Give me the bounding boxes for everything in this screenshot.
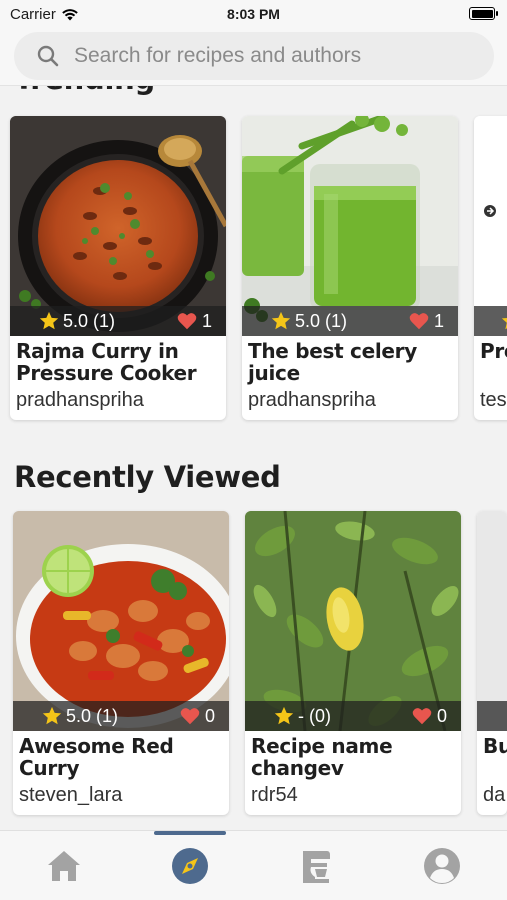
star-icon bbox=[501, 317, 507, 330]
recipe-title: Bu Sa bbox=[483, 735, 507, 757]
bottom-tab-bar bbox=[0, 830, 507, 900]
recently-viewed-carousel[interactable]: 5.0 (1) 0 Awesome Red Curry steven_lara bbox=[0, 511, 507, 815]
recipe-author: pradhanspriha bbox=[16, 389, 144, 411]
recipe-title: The best celery juice bbox=[248, 339, 417, 385]
recently-viewed-section-title: Recently Viewed bbox=[14, 460, 281, 494]
likes: 1 bbox=[176, 310, 212, 332]
rating: - (0) bbox=[273, 705, 331, 727]
compass-icon bbox=[172, 848, 208, 884]
recipe-title: Recipe name changev bbox=[251, 734, 393, 780]
likes: 0 bbox=[411, 705, 447, 727]
star-icon bbox=[39, 311, 59, 330]
search-icon bbox=[37, 45, 59, 67]
feed-scroll-area[interactable]: Trending bbox=[0, 86, 507, 830]
recipe-author: tes bbox=[480, 389, 507, 411]
heart-icon bbox=[412, 708, 432, 725]
recipe-title: Awesome Red Curry bbox=[19, 734, 174, 780]
rating: 5.0 (1) bbox=[38, 310, 115, 332]
rating-value: - (0) bbox=[298, 705, 331, 726]
recipe-meta-bar bbox=[474, 306, 507, 336]
star-icon bbox=[271, 311, 291, 330]
recipe-author: steven_lara bbox=[19, 784, 123, 806]
recipe-photo-chicken-curry bbox=[13, 511, 229, 731]
user-icon bbox=[424, 848, 460, 884]
rating: 5.0 (1) bbox=[41, 705, 118, 727]
likes-count: 0 bbox=[204, 705, 215, 726]
search-input[interactable] bbox=[74, 44, 474, 68]
trending-carousel[interactable]: 5.0 (1) 1 Rajma Curry in Pressure Cooker… bbox=[0, 116, 507, 420]
recipe-meta-bar bbox=[477, 701, 507, 731]
recipe-photo-lemon-tree bbox=[245, 511, 461, 731]
recipe-photo-curry-bowl bbox=[10, 116, 226, 336]
tab-home[interactable] bbox=[1, 831, 127, 900]
star-icon bbox=[42, 706, 62, 725]
likes-count: 1 bbox=[433, 310, 444, 331]
recipe-card[interactable]: Bu Sa da bbox=[477, 511, 507, 815]
recipe-meta-bar: 5.0 (1) 0 bbox=[13, 701, 229, 731]
recipe-title: Pro bbox=[480, 340, 507, 362]
home-icon bbox=[48, 851, 80, 881]
trending-section-title: Trending bbox=[14, 86, 155, 96]
status-bar: Carrier 8:03 PM bbox=[0, 0, 507, 28]
recipe-author: da bbox=[483, 784, 506, 806]
rating-value: 5.0 (1) bbox=[63, 310, 116, 331]
heart-icon bbox=[177, 313, 197, 330]
rating-value: 5.0 (1) bbox=[66, 705, 119, 726]
recipe-meta-bar: 5.0 (1) 1 bbox=[10, 306, 226, 336]
recipe-meta-bar: - (0) 0 bbox=[245, 701, 461, 731]
recipe-card[interactable]: Pro tes bbox=[474, 116, 507, 420]
likes-count: 0 bbox=[436, 705, 447, 726]
rating: 5.0 (1) bbox=[270, 310, 347, 332]
recipe-photo-green-juice bbox=[242, 116, 458, 336]
recipe-card[interactable]: 5.0 (1) 1 Rajma Curry in Pressure Cooker… bbox=[10, 116, 226, 420]
recipe-title: Rajma Curry in Pressure Cooker bbox=[16, 339, 197, 385]
star-icon bbox=[274, 706, 294, 725]
heart-icon bbox=[180, 708, 200, 725]
recipe-photo-partial bbox=[477, 511, 507, 731]
heart-icon bbox=[409, 313, 429, 330]
status-time: 8:03 PM bbox=[227, 6, 280, 22]
search-bar[interactable] bbox=[14, 32, 494, 80]
recipe-card[interactable]: - (0) 0 Recipe name changev rdr54 bbox=[245, 511, 461, 815]
likes-count: 1 bbox=[201, 310, 212, 331]
recipe-photo-partial bbox=[474, 116, 507, 336]
tab-kitchen[interactable] bbox=[253, 831, 379, 900]
recipe-card[interactable]: 5.0 (1) 1 The best celery juice pradhans… bbox=[242, 116, 458, 420]
recipe-card[interactable]: 5.0 (1) 0 Awesome Red Curry steven_lara bbox=[13, 511, 229, 815]
likes: 1 bbox=[408, 310, 444, 332]
recipe-meta-bar: 5.0 (1) 1 bbox=[242, 306, 458, 336]
tab-profile[interactable] bbox=[379, 831, 505, 900]
tab-explore[interactable] bbox=[127, 831, 253, 900]
recipe-author: pradhanspriha bbox=[248, 389, 376, 411]
mixer-icon bbox=[303, 851, 330, 883]
recipe-author: rdr54 bbox=[251, 784, 298, 806]
search-header bbox=[0, 28, 507, 86]
likes: 0 bbox=[179, 705, 215, 727]
rating-value: 5.0 (1) bbox=[295, 310, 348, 331]
battery-icon bbox=[469, 7, 498, 20]
